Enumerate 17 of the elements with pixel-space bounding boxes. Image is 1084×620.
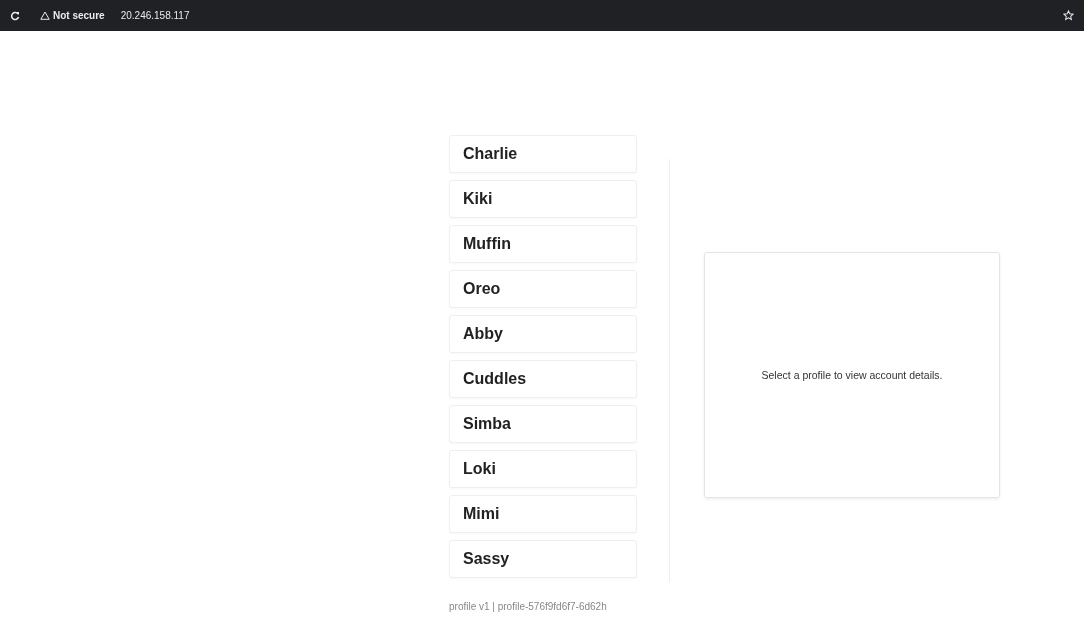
- security-label[interactable]: Not secure: [53, 10, 105, 21]
- reload-icon[interactable]: [10, 10, 20, 21]
- star-icon[interactable]: [1063, 10, 1074, 21]
- profile-item[interactable]: Mimi: [449, 495, 637, 533]
- profile-item[interactable]: Abby: [449, 315, 637, 353]
- address-text[interactable]: 20.246.158.117: [120, 10, 190, 21]
- profile-item[interactable]: Muffin: [449, 225, 637, 263]
- profile-item[interactable]: Sassy: [449, 540, 637, 578]
- profile-item[interactable]: Kiki: [449, 180, 637, 218]
- profile-item[interactable]: Loki: [449, 450, 637, 488]
- warning-icon: [40, 11, 50, 20]
- profile-item[interactable]: Charlie: [449, 135, 637, 173]
- footer-text: profile v1 | profile-576f9fd6f7-6d62h: [449, 601, 608, 612]
- profile-item[interactable]: Simba: [449, 405, 637, 443]
- details-message: Select a profile to view account details.: [761, 369, 943, 381]
- profile-item[interactable]: Oreo: [449, 270, 637, 308]
- profile-item[interactable]: Cuddles: [449, 360, 637, 398]
